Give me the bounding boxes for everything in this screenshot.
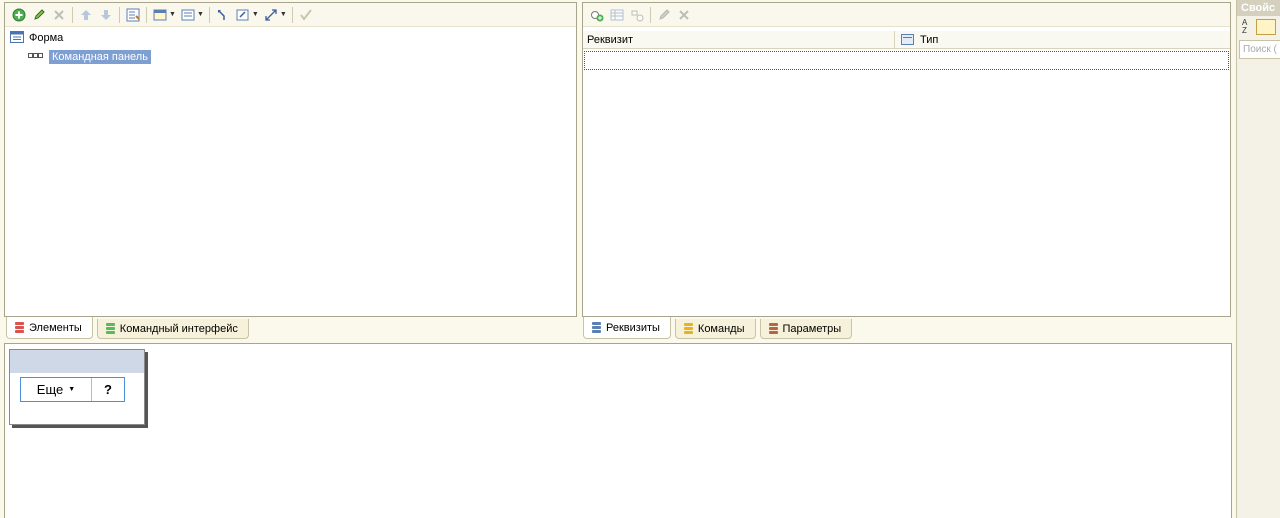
chevron-down-icon[interactable]: ▼ (280, 11, 287, 18)
help-button-label: ? (104, 382, 112, 397)
form-items-icon[interactable] (125, 7, 141, 23)
search-placeholder: Поиск ( (1243, 44, 1277, 55)
preview-form-header (10, 350, 144, 373)
categories-icon[interactable] (1256, 19, 1276, 35)
add-icon[interactable] (11, 7, 27, 23)
toolbar-separator (72, 6, 73, 23)
check-icon[interactable] (298, 7, 314, 23)
sort-alphabetical-icon[interactable]: AZ (1242, 19, 1252, 35)
toolbar-separator (119, 6, 120, 23)
form-preview-panel: Еще ▼ ? (4, 343, 1232, 518)
command-bar-icon (28, 51, 44, 63)
attributes-table-header: Реквизит Тип (583, 31, 1230, 49)
attributes-icon (592, 321, 601, 334)
chevron-down-icon[interactable]: ▼ (169, 11, 176, 18)
toolbar-separator (146, 6, 147, 23)
tab-attributes[interactable]: Реквизиты (583, 317, 671, 339)
tree-item-label: Форма (29, 32, 64, 44)
elements-panel: ▼ ▼ ▼ ▼ Форма Командная панель (4, 2, 577, 317)
toolbar-separator (650, 6, 651, 23)
properties-panel: Свойс AZ Поиск ( (1236, 0, 1280, 518)
properties-title-bar: Свойс (1237, 0, 1280, 16)
column-label: Тип (920, 33, 939, 46)
properties-toolbar: AZ (1237, 16, 1280, 38)
command-interface-icon (105, 322, 115, 335)
tab-label: Командный интерфейс (119, 322, 238, 335)
tab-elements[interactable]: Элементы (6, 317, 93, 339)
type-icon (901, 34, 914, 45)
preview-form[interactable]: Еще ▼ ? (9, 349, 145, 425)
properties-search-input[interactable]: Поиск ( (1239, 40, 1280, 59)
tab-label: Команды (697, 322, 745, 335)
tree-item-command-bar[interactable]: Командная панель (28, 49, 151, 65)
elements-toolbar: ▼ ▼ ▼ ▼ (5, 3, 576, 27)
toolbar-separator (208, 6, 210, 23)
layout-options-icon[interactable] (180, 7, 196, 23)
table-row[interactable] (584, 51, 1229, 70)
column-label: Реквизит (587, 33, 633, 46)
preview-command-bar: Еще ▼ ? (20, 377, 125, 402)
column-header-type[interactable]: Тип (895, 31, 1230, 48)
delete-icon[interactable] (676, 7, 692, 23)
move-up-icon[interactable] (78, 7, 94, 23)
chevron-down-icon: ▼ (68, 386, 76, 393)
tree-item-form[interactable]: Форма (10, 30, 63, 46)
tree-item-label: Командная панель (49, 50, 151, 64)
move-to-parent-icon[interactable] (215, 7, 231, 23)
help-button[interactable]: ? (92, 378, 124, 401)
edit-icon[interactable] (656, 7, 672, 23)
tab-label: Элементы (29, 321, 82, 334)
attributes-panel: Реквизит Тип (582, 2, 1231, 317)
add-attribute-icon[interactable] (589, 7, 605, 23)
commands-icon (683, 322, 693, 335)
column-header-attribute[interactable]: Реквизит (583, 31, 895, 48)
properties-title: Свойс (1241, 2, 1276, 14)
edit-icon[interactable] (31, 7, 47, 23)
form-icon (10, 30, 24, 46)
more-button[interactable]: Еще ▼ (21, 378, 92, 401)
delete-icon[interactable] (51, 7, 67, 23)
toolbar-separator (291, 6, 293, 23)
tab-parameters[interactable]: Параметры (759, 319, 853, 339)
add-table-icon[interactable] (609, 7, 625, 23)
display-options-icon[interactable] (152, 7, 168, 23)
attributes-tabs: Реквизиты Команды Параметры (583, 317, 853, 339)
attributes-toolbar (583, 3, 1230, 27)
parameters-icon (768, 322, 778, 335)
resize-icon[interactable] (263, 7, 279, 23)
tab-commands[interactable]: Команды (674, 319, 756, 339)
elements-tabs: Элементы Командный интерфейс (6, 317, 249, 339)
move-down-icon[interactable] (98, 7, 114, 23)
tab-command-interface[interactable]: Командный интерфейс (96, 319, 249, 339)
group-icon[interactable] (235, 7, 251, 23)
chevron-down-icon[interactable]: ▼ (252, 11, 259, 18)
chevron-down-icon[interactable]: ▼ (197, 11, 204, 18)
elements-icon (15, 321, 24, 334)
add-column-icon[interactable] (629, 7, 645, 23)
tab-label: Параметры (782, 322, 842, 335)
tab-label: Реквизиты (606, 321, 660, 334)
more-button-label: Еще (36, 382, 64, 397)
